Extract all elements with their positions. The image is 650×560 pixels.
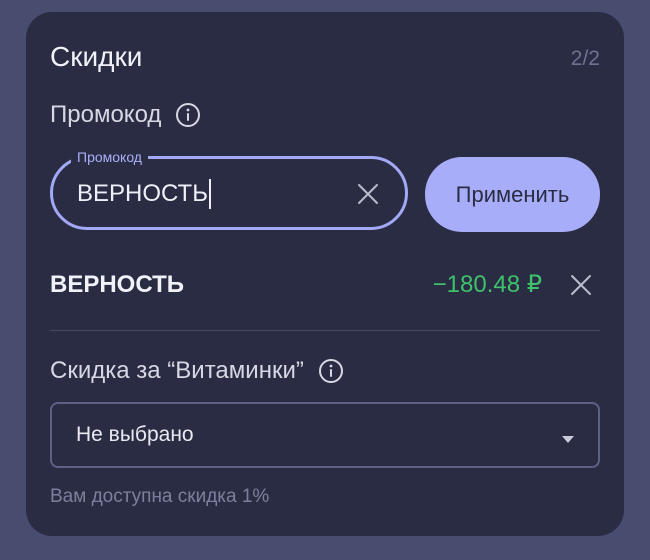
- promo-code-text: ВЕРНОСТЬ: [77, 180, 208, 207]
- clear-input-icon[interactable]: [357, 183, 379, 205]
- promo-code-value[interactable]: ВЕРНОСТЬ: [77, 179, 211, 209]
- apply-promo-button[interactable]: Применить: [425, 157, 600, 232]
- section-divider: [50, 330, 600, 331]
- text-caret: [208, 179, 211, 209]
- available-discount-hint: Вам доступна скидка 1%: [50, 486, 270, 507]
- card-title: Скидки: [50, 41, 143, 72]
- applied-promo-code: ВЕРНОСТЬ: [50, 271, 184, 298]
- discounts-card: Скидки 2/2 Промокод Промокод ВЕРНОСТЬ Пр…: [26, 12, 624, 536]
- promo-section-header: Промокод: [50, 100, 201, 130]
- promo-section-label: Промокод: [50, 101, 162, 128]
- promo-code-input[interactable]: Промокод ВЕРНОСТЬ: [50, 149, 408, 230]
- info-icon[interactable]: [318, 358, 344, 384]
- select-value: Не выбрано: [76, 423, 194, 446]
- applied-promo-row: ВЕРНОСТЬ −180.48 ₽: [50, 268, 600, 302]
- vitaminki-discount-select[interactable]: Не выбрано: [50, 402, 600, 468]
- applied-discount-amount: −180.48 ₽: [432, 271, 542, 298]
- vitaminki-section-header: Скидка за “Витаминки”: [50, 356, 344, 386]
- caret-down-icon: [562, 431, 574, 443]
- info-icon[interactable]: [175, 102, 201, 128]
- step-indicator: 2/2: [570, 47, 600, 70]
- vitaminki-section-label: Скидка за “Витаминки”: [50, 357, 304, 384]
- promo-field-label: Промокод: [71, 149, 148, 165]
- remove-promo-icon[interactable]: [570, 274, 592, 296]
